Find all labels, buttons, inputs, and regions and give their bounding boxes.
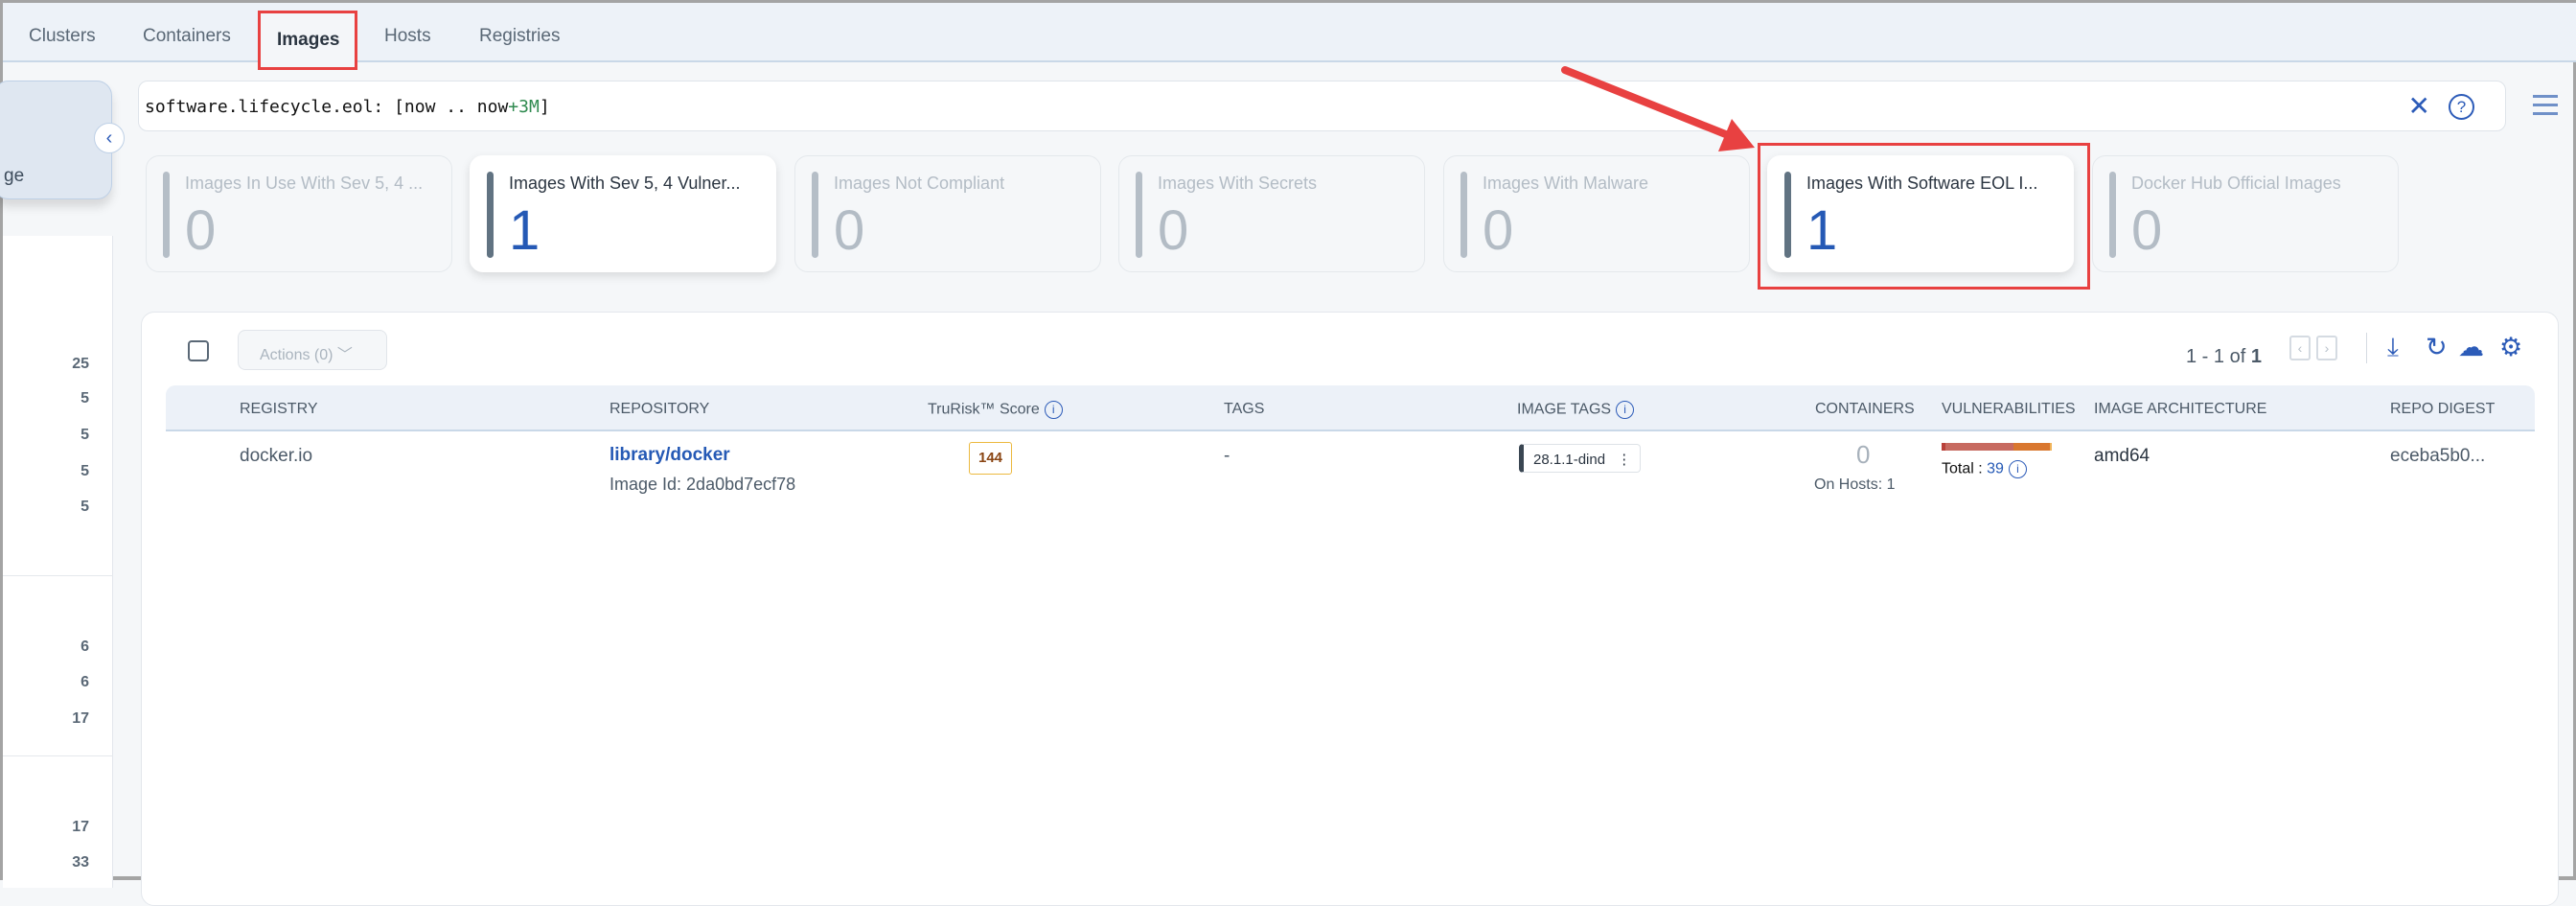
chevron-down-icon: ﹀: [336, 347, 353, 363]
divider: [3, 575, 113, 576]
repository-link[interactable]: library/docker: [610, 445, 730, 466]
tab-clusters[interactable]: Clusters: [29, 26, 96, 47]
chevron-left-icon: ‹: [105, 128, 113, 149]
info-icon: i: [1044, 401, 1063, 419]
count: 5: [80, 499, 89, 515]
info-icon: i: [1616, 401, 1635, 419]
count: 17: [72, 819, 89, 835]
left-panel: 25 5 5 5 5 6 6 17 17 33: [3, 236, 113, 888]
pagination-label: 1 - 1 of 1: [2186, 346, 2262, 367]
search-query: software.lifecycle.eol: [now .. now+3M]: [145, 97, 550, 117]
repo-digest-cell: eceba5b0...: [2390, 446, 2486, 466]
menu-icon[interactable]: [2533, 95, 2558, 115]
card-images-with-malware[interactable]: Images With Malware 0: [1443, 155, 1750, 272]
more-vertical-icon: ⋮: [1617, 452, 1632, 468]
tab-hosts[interactable]: Hosts: [384, 26, 431, 47]
card-docker-hub-official[interactable]: Docker Hub Official Images 0: [2092, 155, 2399, 272]
image-id: Image Id: 2da0bd7ecf78: [610, 475, 796, 494]
tab-bar: Clusters Containers Hosts Registries: [3, 3, 2576, 62]
col-repository[interactable]: REPOSITORY: [610, 401, 709, 418]
tab-images-label: Images: [277, 30, 340, 50]
collapse-sidebar-button[interactable]: ‹: [94, 123, 125, 153]
col-image-tags[interactable]: IMAGE TAGS i: [1517, 401, 1635, 419]
col-repo-digest[interactable]: REPO DIGEST: [2390, 401, 2495, 418]
card-images-with-secrets[interactable]: Images With Secrets 0: [1118, 155, 1425, 272]
count: 5: [80, 427, 89, 443]
col-tags[interactable]: TAGS: [1224, 401, 1264, 418]
vuln-total-link[interactable]: 39: [1987, 461, 2004, 477]
tags-cell: -: [1224, 446, 1230, 466]
count: 33: [72, 854, 89, 871]
col-registry[interactable]: REGISTRY: [240, 401, 318, 418]
count: 6: [80, 639, 89, 655]
containers-count: 0: [1856, 440, 1871, 469]
card-images-not-compliant[interactable]: Images Not Compliant 0: [794, 155, 1101, 272]
col-trurisk[interactable]: TruRisk™ Score i: [928, 401, 1063, 419]
count: 5: [80, 463, 89, 479]
help-icon[interactable]: ?: [2449, 94, 2474, 120]
left-card-label: ge: [4, 166, 25, 186]
col-image-architecture[interactable]: IMAGE ARCHITECTURE: [2094, 401, 2266, 418]
select-all-checkbox[interactable]: [188, 340, 209, 361]
architecture-cell: amd64: [2094, 446, 2150, 466]
vuln-total: Total : 39 i: [1942, 460, 2027, 478]
search-input[interactable]: software.lifecycle.eol: [now .. now+3M] …: [138, 81, 2506, 131]
settings-gear-icon[interactable]: ⚙: [2499, 333, 2522, 362]
actions-dropdown[interactable]: Actions (0) ﹀: [238, 330, 387, 370]
highlight-box: [1758, 143, 2090, 290]
on-hosts: On Hosts: 1: [1814, 476, 1896, 493]
vulnerability-bar: [1942, 443, 2052, 451]
info-icon: i: [2008, 460, 2027, 478]
card-images-in-use-sev54[interactable]: Images In Use With Sev 5, 4 ... 0: [146, 155, 452, 272]
tab-containers[interactable]: Containers: [143, 26, 231, 47]
prev-page-button[interactable]: ‹: [2289, 336, 2311, 360]
close-icon[interactable]: ✕: [2408, 90, 2430, 122]
download-icon[interactable]: ⤓: [2387, 333, 2399, 363]
refresh-icon[interactable]: ↻: [2426, 333, 2448, 362]
image-tag-chip[interactable]: 28.1.1-dind ⋮: [1519, 444, 1641, 473]
count: 5: [80, 390, 89, 407]
count: 6: [80, 674, 89, 690]
next-page-button[interactable]: ›: [2316, 336, 2337, 360]
count: 17: [72, 710, 89, 727]
count: 25: [72, 356, 89, 372]
trurisk-badge: 144: [969, 442, 1012, 475]
col-vulnerabilities[interactable]: VULNERABILITIES: [1942, 401, 2076, 418]
cloud-icon[interactable]: ☁: [2458, 333, 2484, 362]
divider: [3, 755, 113, 756]
col-containers[interactable]: CONTAINERS: [1815, 401, 1915, 418]
annotation-arrow-icon: [1561, 66, 1755, 151]
tab-registries[interactable]: Registries: [479, 26, 560, 47]
divider: [2366, 333, 2367, 363]
card-images-sev54-vulns[interactable]: Images With Sev 5, 4 Vulner... 1: [470, 155, 776, 272]
tab-images[interactable]: Images: [258, 11, 357, 70]
registry-cell: docker.io: [240, 446, 313, 466]
